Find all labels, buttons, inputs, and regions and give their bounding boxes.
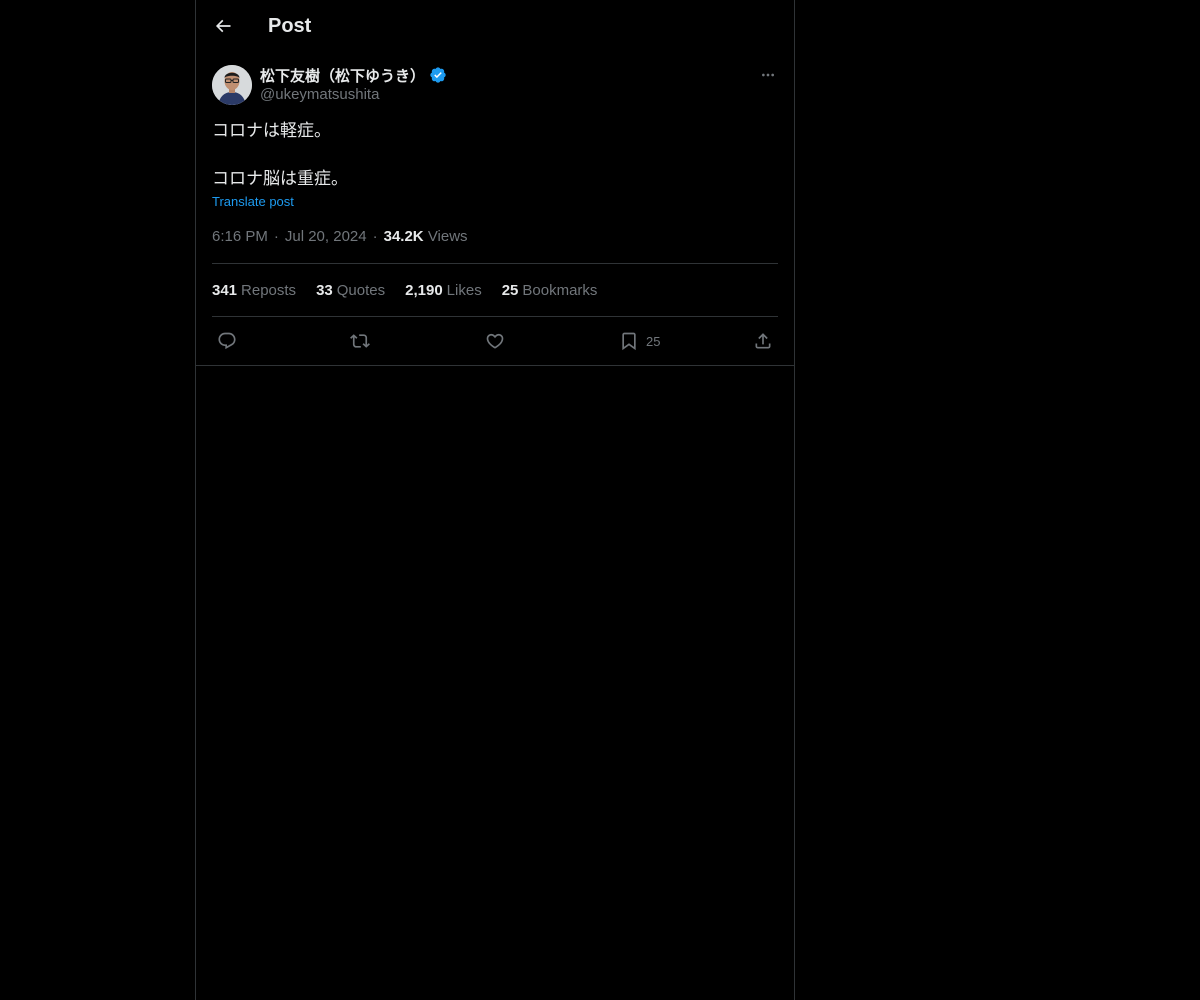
action-bar: 25 <box>212 328 778 354</box>
bookmark-icon <box>622 332 636 351</box>
back-arrow-icon <box>215 19 231 33</box>
primary-column: Post 松下友樹（松下ゆうき） @ukeymatsushita コロナは軽症。… <box>195 0 795 1000</box>
share-icon <box>755 333 771 349</box>
divider <box>212 263 778 264</box>
stat-likes[interactable]: 2,190 Likes <box>405 282 482 299</box>
handle[interactable]: @ukeymatsushita <box>260 85 447 105</box>
page-title: Post <box>268 15 312 37</box>
more-icon <box>762 73 774 77</box>
post-date[interactable]: Jul 20, 2024 <box>285 228 367 245</box>
like-button[interactable] <box>485 328 505 354</box>
stat-reposts[interactable]: 341 Reposts <box>212 282 296 299</box>
post-text-line: コロナは軽症。 <box>212 121 331 140</box>
verified-badge-icon <box>429 66 447 84</box>
stat-quotes[interactable]: 33 Quotes <box>316 282 385 299</box>
display-name[interactable]: 松下友樹（松下ゆうき） <box>260 65 425 86</box>
reply-button[interactable] <box>217 328 237 354</box>
post-meta: 6:16 PM · Jul 20, 2024 · 34.2K Views <box>212 228 468 245</box>
share-button[interactable] <box>753 328 773 354</box>
avatar-image <box>212 65 252 105</box>
translate-post-link[interactable]: Translate post <box>212 194 294 209</box>
separator-dot: · <box>372 228 378 245</box>
back-button[interactable] <box>208 11 238 41</box>
bookmark-count: 25 <box>646 333 661 349</box>
views-count: 34.2K <box>383 228 424 245</box>
author-block: 松下友樹（松下ゆうき） @ukeymatsushita <box>260 65 447 105</box>
engagement-stats: 341 Reposts 33 Quotes 2,190 Likes 25 Bookmar… <box>212 282 617 299</box>
post-text-line: コロナ脳は重症。 <box>212 169 348 188</box>
top-bar: Post <box>196 0 794 53</box>
repost-button[interactable] <box>350 328 370 354</box>
more-options-button[interactable] <box>758 65 778 85</box>
stat-bookmarks[interactable]: 25 Bookmarks <box>502 282 598 299</box>
bookmark-button[interactable]: 25 <box>619 328 660 354</box>
separator-dot: · <box>273 228 279 245</box>
reply-icon <box>218 332 236 350</box>
display-name-row: 松下友樹（松下ゆうき） <box>260 65 447 85</box>
post-time[interactable]: 6:16 PM <box>212 228 268 245</box>
avatar[interactable] <box>212 65 252 105</box>
like-icon <box>486 333 504 349</box>
post-text: コロナは軽症。 コロナ脳は重症。 <box>212 119 348 191</box>
views-label: Views <box>427 228 468 245</box>
post-bottom-border <box>196 365 794 366</box>
repost-icon <box>350 334 370 348</box>
divider <box>212 316 778 317</box>
